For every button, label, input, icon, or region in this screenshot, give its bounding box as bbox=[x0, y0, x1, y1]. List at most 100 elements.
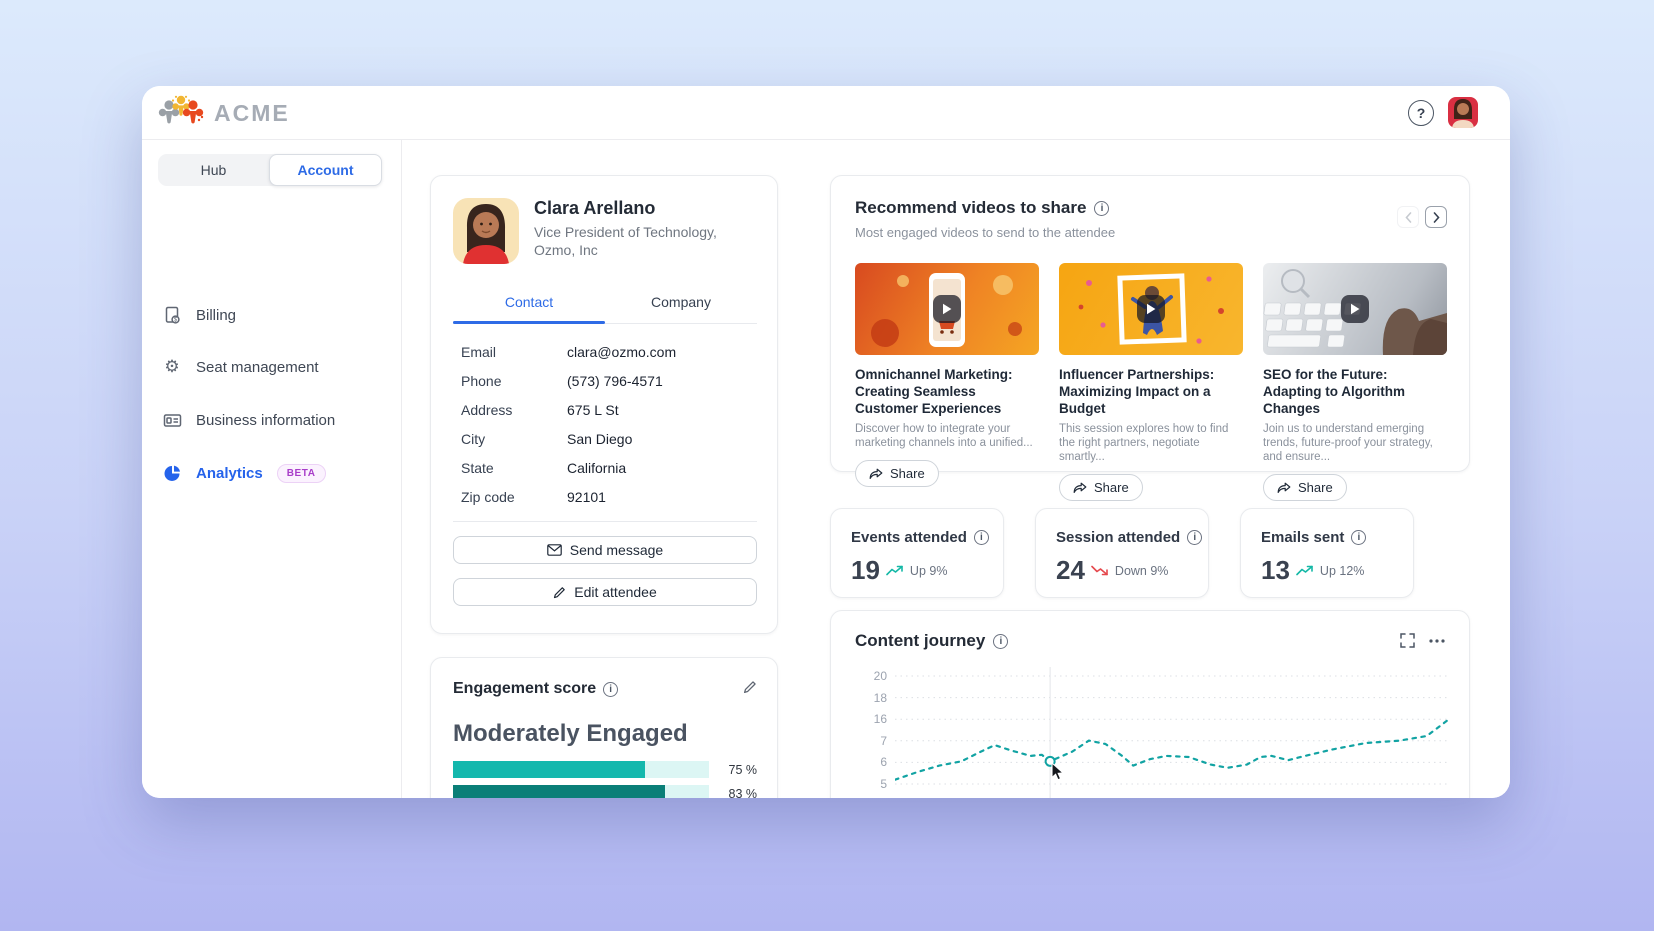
sidebar-item-billing[interactable]: $ Billing bbox=[162, 300, 382, 330]
help-icon[interactable]: ? bbox=[1408, 100, 1434, 126]
engagement-score-title: Engagement score bbox=[453, 680, 596, 698]
sidebar-item-label: Business information bbox=[196, 412, 335, 429]
info-icon[interactable]: i bbox=[1351, 530, 1366, 545]
field-value: San Diego bbox=[567, 431, 632, 447]
field-city: City San Diego bbox=[461, 431, 751, 451]
info-icon[interactable]: i bbox=[603, 682, 618, 697]
video-thumbnail[interactable] bbox=[1263, 263, 1447, 355]
field-phone: Phone (573) 796-4571 bbox=[461, 373, 751, 393]
progress-fill bbox=[453, 785, 665, 798]
edit-attendee-button[interactable]: Edit attendee bbox=[453, 578, 757, 606]
field-value: (573) 796-4571 bbox=[567, 373, 663, 389]
content-journey-card: Content journey i bbox=[830, 610, 1470, 798]
engagement-score-card: Engagement score i Moderately Engaged 75… bbox=[430, 657, 778, 798]
field-label: Email bbox=[461, 344, 496, 360]
sidebar-item-analytics[interactable]: Analytics BETA bbox=[162, 458, 382, 488]
trend-label: Up 9% bbox=[910, 564, 948, 578]
stat-title: Events attended bbox=[851, 529, 967, 546]
info-icon[interactable]: i bbox=[1187, 530, 1202, 545]
recommend-videos-card: Recommend videos to share i Most engaged… bbox=[830, 175, 1470, 472]
progress-bar bbox=[453, 785, 709, 798]
journey-title: Content journey bbox=[855, 631, 985, 651]
attendee-profile-card: Clara Arellano Vice President of Technol… bbox=[430, 175, 778, 634]
send-message-button[interactable]: Send message bbox=[453, 536, 757, 564]
share-button[interactable]: Share bbox=[855, 460, 939, 487]
field-value: 675 L St bbox=[567, 402, 619, 418]
progress-percent: 75 % bbox=[729, 763, 758, 777]
tab-contact[interactable]: Contact bbox=[453, 294, 605, 323]
share-label: Share bbox=[1094, 480, 1129, 495]
stat-card-events-attended: Events attended i 19 Up 9% bbox=[830, 508, 1004, 598]
info-icon[interactable]: i bbox=[1094, 201, 1109, 216]
invoice-icon: $ bbox=[162, 305, 182, 325]
video-title: Influencer Partnerships: Maximizing Impa… bbox=[1059, 366, 1243, 417]
info-icon[interactable]: i bbox=[993, 634, 1008, 649]
field-label: Phone bbox=[461, 373, 501, 389]
video-description: Join us to understand emerging trends, f… bbox=[1263, 422, 1447, 464]
video-card: Omnichannel Marketing: Creating Seamless… bbox=[855, 263, 1039, 501]
y-axis-tick: 7 bbox=[853, 734, 887, 748]
send-message-label: Send message bbox=[570, 542, 663, 558]
sidebar-item-label: Analytics bbox=[196, 465, 263, 482]
y-axis-tick: 16 bbox=[853, 712, 887, 726]
field-label: Zip code bbox=[461, 489, 515, 505]
chevron-right-icon[interactable] bbox=[1425, 206, 1447, 228]
video-description: This session explores how to find the ri… bbox=[1059, 422, 1243, 464]
envelope-icon bbox=[547, 544, 562, 556]
attendee-title: Vice President of Technology, Ozmo, Inc bbox=[534, 223, 734, 259]
share-icon bbox=[1277, 482, 1291, 494]
stat-title: Session attended bbox=[1056, 529, 1180, 546]
sidebar-item-seat-management[interactable]: ⚙ Seat management bbox=[162, 352, 382, 382]
pencil-icon bbox=[553, 586, 566, 599]
field-label: Address bbox=[461, 402, 512, 418]
user-avatar[interactable] bbox=[1448, 97, 1478, 128]
field-zip: Zip code 92101 bbox=[461, 489, 751, 509]
field-value: California bbox=[567, 460, 626, 476]
video-thumbnail[interactable] bbox=[855, 263, 1039, 355]
progress-percent: 83 % bbox=[729, 787, 758, 798]
sidebar-item-business-information[interactable]: Business information bbox=[162, 405, 382, 435]
play-icon bbox=[933, 295, 961, 323]
content-journey-chart[interactable] bbox=[895, 667, 1449, 798]
share-label: Share bbox=[1298, 480, 1333, 495]
trend-label: Down 9% bbox=[1115, 564, 1169, 578]
divider bbox=[453, 521, 757, 522]
more-options-icon[interactable] bbox=[1429, 639, 1445, 643]
video-card: SEO for the Future: Adapting to Algorith… bbox=[1263, 263, 1447, 501]
y-axis-tick: 20 bbox=[853, 669, 887, 683]
attendee-avatar bbox=[453, 198, 519, 264]
share-icon bbox=[1073, 482, 1087, 494]
progress-fill bbox=[453, 761, 645, 778]
share-button[interactable]: Share bbox=[1059, 474, 1143, 501]
app-window: ACME ? Hub Account bbox=[142, 86, 1510, 798]
main-content: Clara Arellano Vice President of Technol… bbox=[402, 140, 1510, 798]
brand: ACME bbox=[158, 94, 290, 132]
share-button[interactable]: Share bbox=[1263, 474, 1347, 501]
trend-up-icon bbox=[886, 565, 904, 576]
app-header: ACME ? bbox=[142, 86, 1510, 140]
id-card-icon bbox=[162, 410, 182, 430]
tab-company[interactable]: Company bbox=[605, 294, 757, 323]
trend-label: Up 12% bbox=[1320, 564, 1364, 578]
tab-account[interactable]: Account bbox=[269, 154, 382, 186]
engagement-bar-row: 83 % bbox=[453, 785, 757, 798]
attendee-name: Clara Arellano bbox=[534, 198, 655, 219]
tab-hub[interactable]: Hub bbox=[158, 155, 269, 185]
info-icon[interactable]: i bbox=[974, 530, 989, 545]
fullscreen-icon[interactable] bbox=[1400, 633, 1415, 648]
field-address: Address 675 L St bbox=[461, 402, 751, 422]
video-thumbnail[interactable] bbox=[1059, 263, 1243, 355]
share-label: Share bbox=[890, 466, 925, 481]
field-value: 92101 bbox=[567, 489, 606, 505]
field-state: State California bbox=[461, 460, 751, 480]
video-list: Omnichannel Marketing: Creating Seamless… bbox=[855, 263, 1447, 501]
profile-tabs: Contact Company bbox=[453, 294, 757, 324]
edit-score-pencil-icon[interactable] bbox=[743, 680, 757, 694]
chevron-left-icon[interactable] bbox=[1397, 206, 1419, 228]
stat-value: 24 bbox=[1056, 555, 1085, 586]
sidebar-item-label: Billing bbox=[196, 307, 236, 324]
beta-badge: BETA bbox=[277, 464, 326, 483]
page-background: ACME ? Hub Account bbox=[0, 0, 1654, 931]
sidebar: Hub Account $ Billing ⚙ Seat management bbox=[142, 140, 402, 798]
engagement-bar-row: 75 % bbox=[453, 761, 757, 778]
